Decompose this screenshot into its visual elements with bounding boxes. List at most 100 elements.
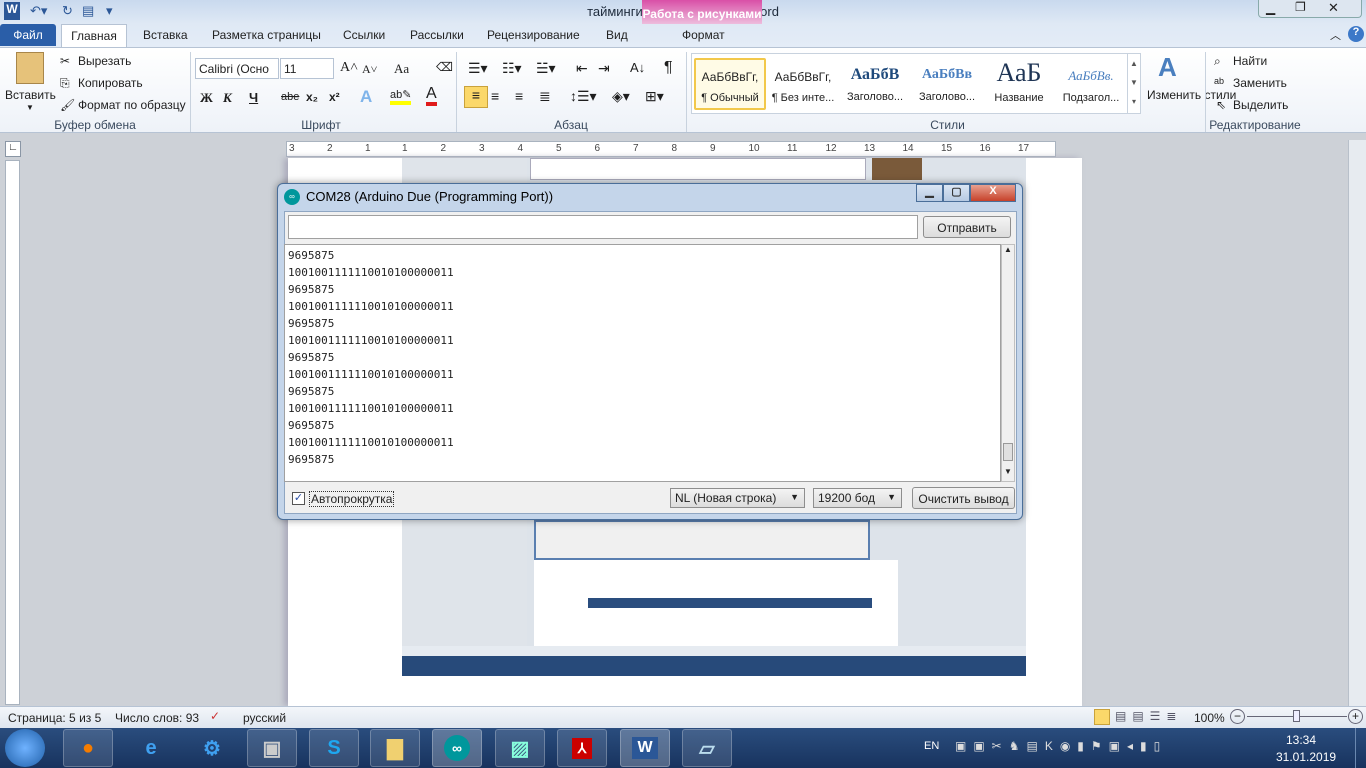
find-button[interactable]: Найти [1233,54,1267,68]
font-color-icon[interactable]: A [426,86,437,106]
serial-input[interactable] [288,215,918,239]
taskbar-app-icon[interactable]: ▣ [247,729,297,767]
sort-icon[interactable]: А↓ [630,60,645,75]
shading-icon[interactable]: ◈▾ [612,88,630,105]
serial-close-button[interactable]: X [970,184,1016,202]
taskbar-firefox-icon[interactable]: ● [63,729,113,767]
serial-minimize-button[interactable]: ▁ [916,184,943,202]
vertical-ruler[interactable] [5,160,20,705]
tab-page-layout[interactable]: Разметка страницы [212,28,321,42]
zoom-in-button[interactable]: + [1348,709,1363,724]
restore-button[interactable]: ❐ [1295,0,1306,14]
send-button[interactable]: Отправить [923,216,1011,238]
style-heading-2[interactable]: АаБбВв Заголово... [912,58,982,110]
show-marks-icon[interactable]: ¶ [664,59,673,77]
taskbar-ie-icon[interactable]: e [126,729,176,767]
minimize-ribbon-icon[interactable]: ︿ [1330,27,1341,43]
shrink-font-icon[interactable]: A˅ [362,62,377,77]
tab-view[interactable]: Вид [606,28,628,42]
vertical-scrollbar[interactable] [1348,140,1366,752]
taskbar-arduino-icon[interactable]: ∞ [432,729,482,767]
show-desktop-button[interactable] [1355,728,1366,768]
change-case-button[interactable]: Aa [394,61,409,77]
style-subtitle[interactable]: АаБбВв. Подзагол... [1056,58,1126,110]
style-title[interactable]: АаБ Название [984,58,1054,110]
autoscroll-checkbox[interactable]: ✓ [292,492,305,505]
numbering-icon[interactable]: ☷▾ [502,60,522,77]
paste-button[interactable]: Вставить [5,88,56,102]
clear-formatting-icon[interactable]: ⌫ [436,60,453,74]
taskbar-notepad-icon[interactable]: ▱ [682,729,732,767]
superscript-button[interactable]: x² [329,90,340,104]
copy-button[interactable]: Копировать [78,76,143,90]
increase-indent-icon[interactable]: ⇥ [598,60,610,77]
select-button[interactable]: Выделить [1233,98,1288,112]
paste-dropdown-icon[interactable]: ▼ [26,103,34,112]
taskbar-word-icon[interactable]: W [620,729,670,767]
baud-rate-select[interactable]: 19200 бод ▼ [813,488,902,508]
highlight-icon[interactable]: ab✎ [390,88,412,105]
view-buttons-icon[interactable]: ▤▤☰≣ [1115,709,1183,723]
taskbar-photo-viewer-icon[interactable]: ▨ [495,729,545,767]
proofing-icon[interactable]: ✓ [210,709,220,723]
word-count[interactable]: Число слов: 93 [115,711,199,725]
tab-home[interactable]: Главная [61,24,127,48]
page-indicator[interactable]: Страница: 5 из 5 [8,711,101,725]
output-scrollbar[interactable]: ▲ ▼ [1001,244,1015,482]
line-spacing-icon[interactable]: ↕☰▾ [570,88,597,105]
multilevel-list-icon[interactable]: ☱▾ [536,60,556,77]
minimize-button[interactable]: ▁ [1266,1,1275,15]
clock-date[interactable]: 31.01.2019 [1276,750,1336,764]
font-size-combo[interactable]: 11 [280,58,334,79]
format-painter-button[interactable]: Формат по образцу [78,98,186,112]
styles-scroll[interactable]: ▲ ▼ ▾ [1127,54,1140,113]
bold-button[interactable]: Ж [200,90,213,106]
tab-file[interactable]: Файл [0,24,56,46]
align-left-button[interactable]: ≡ [464,86,488,108]
tab-references[interactable]: Ссылки [343,28,385,42]
print-layout-view-icon[interactable] [1094,709,1110,725]
justify-icon[interactable]: ≣ [539,88,551,105]
help-icon[interactable]: ? [1348,26,1364,42]
taskbar-skype-icon[interactable]: S [309,729,359,767]
line-ending-select[interactable]: NL (Новая строка) ▼ [670,488,805,508]
style-normal[interactable]: АаБбВвГг, ¶ Обычный [694,58,766,110]
autoscroll-label[interactable]: Автопрокрутка [309,491,395,507]
taskbar-settings-icon[interactable]: ⚙ [187,729,237,767]
style-heading-1[interactable]: АаБбВ Заголово... [840,58,910,110]
clear-output-button[interactable]: Очистить вывод [912,487,1015,509]
close-button[interactable]: ✕ [1328,0,1339,16]
text-effects-icon[interactable]: A [360,87,372,107]
zoom-slider-thumb[interactable] [1293,710,1300,722]
horizontal-ruler[interactable]: 3 2 1 1 2 3 4 5 6 7 8 9 10 11 12 13 14 15 16 17 [286,141,1056,157]
align-right-icon[interactable]: ≡ [515,88,523,104]
strikethrough-button[interactable]: abe [281,91,299,103]
paste-icon[interactable] [16,52,44,84]
align-center-icon[interactable]: ≡ [491,88,499,104]
zoom-out-button[interactable]: − [1230,709,1245,724]
italic-button[interactable]: К [223,90,232,106]
replace-button[interactable]: Заменить [1233,76,1287,90]
tab-insert[interactable]: Вставка [143,28,188,42]
tab-mailings[interactable]: Рассылки [410,28,464,42]
font-name-combo[interactable]: Calibri (Осно [195,58,279,79]
clock-time[interactable]: 13:34 [1286,733,1316,747]
language-indicator[interactable]: русский [243,711,286,725]
bullets-icon[interactable]: ☰▾ [468,60,488,77]
language-bar[interactable]: EN [924,740,939,752]
tab-selector[interactable]: ∟ [5,141,21,157]
serial-output[interactable]: 9695875 1001001111110010100000011 9695875 1… [284,244,1001,482]
decrease-indent-icon[interactable]: ⇤ [576,60,588,77]
taskbar-pdf-icon[interactable]: ⅄ [557,729,607,767]
tab-review[interactable]: Рецензирование [487,28,580,42]
style-no-spacing[interactable]: АаБбВвГг, ¶ Без инте... [768,58,838,110]
grow-font-icon[interactable]: A˄ [340,60,358,76]
cut-button[interactable]: Вырезать [78,54,131,68]
start-button[interactable] [5,729,45,767]
serial-maximize-button[interactable]: ▢ [943,184,970,202]
taskbar-explorer-icon[interactable]: ▇ [370,729,420,767]
subscript-button[interactable]: x₂ [306,90,318,104]
zoom-level[interactable]: 100% [1194,711,1225,725]
system-tray-icons[interactable]: ▣▣✂♞▤K◉▮⚑▣◂▮▯ [955,739,1167,753]
borders-icon[interactable]: ⊞▾ [645,88,664,105]
